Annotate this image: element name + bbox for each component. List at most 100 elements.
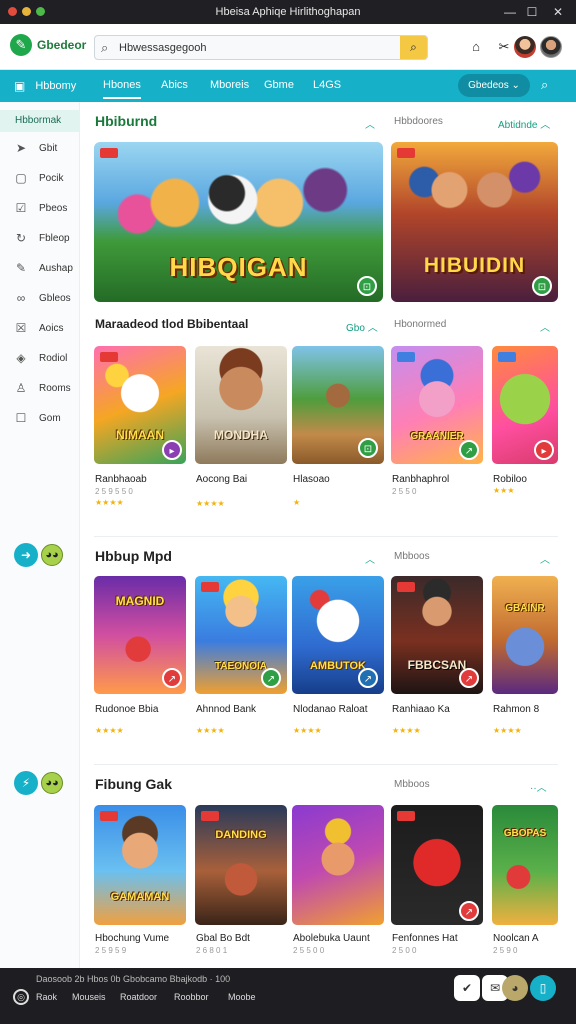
next-button[interactable]: ➜ [14,543,38,567]
game-meta: 2 5 0 0 [392,946,417,955]
badge-tag [100,148,118,158]
bottom-nav-item[interactable]: Moobe [228,992,256,1002]
game-meta: 2 5 9 5 9 [95,946,127,955]
rating-stars: ★★★★ [95,726,124,735]
device-icon[interactable]: ▯ [530,975,556,1001]
section-link[interactable]: Gbo ︿ [346,319,378,334]
featured-link-label: Abtidnde [498,120,538,131]
chevron-up-icon[interactable]: ︿ [365,551,375,566]
chevron-up-icon[interactable]: ︿ [365,116,375,131]
bottom-nav-item[interactable]: Roobbor [174,992,209,1002]
badge-tag [100,352,118,362]
game-artwork [195,346,287,464]
check-icon[interactable]: ✔ [454,975,480,1001]
library-nav[interactable]: ▣ Hbbomy [14,79,76,93]
badge-tag [498,352,516,362]
open-icon[interactable]: ↗ [358,668,378,688]
app-logo[interactable]: ✎ Gbedeor [10,34,86,56]
settings-icon[interactable]: ◎ [13,989,29,1005]
list-icon: ☒ [15,321,27,335]
bottom-nav-item[interactable]: Mouseis [72,992,106,1002]
open-icon[interactable]: ⊡ [358,438,378,458]
tab-l4gs[interactable]: L4GS [313,79,341,91]
search-icon[interactable]: ⌕ [541,77,548,93]
close-button[interactable]: ✕ [547,3,569,21]
open-icon[interactable]: ⊡ [357,276,377,296]
game-name: Gbal Bo Bdt [196,933,250,944]
sidebar-item-5[interactable]: ∞ Gbleos [0,288,80,310]
tab-movies[interactable]: Mboreis [210,79,249,91]
avatar-friend[interactable] [514,36,536,58]
featured-banner[interactable]: HIBUIDIN ⊡ [391,142,558,302]
featured-banner[interactable]: HIBQIGAN ⊡ [94,142,383,302]
game-thumbnail [292,805,384,925]
sidebar-item-7[interactable]: ◈ Rodiol [0,348,80,370]
play-icon[interactable]: ↗ [459,901,479,921]
banner-artwork [391,142,558,302]
tab-home[interactable]: Hbones [103,79,141,99]
character-avatar-icon[interactable]: ◕ [502,975,528,1001]
chevron-up-icon: ︿ [367,323,378,334]
featured-see-all-link[interactable]: Abtidnde ︿ [498,116,550,131]
game-thumbnail: NIMAAN ▸ [94,346,186,464]
rating-stars: ★★★★ [196,726,225,735]
game-art-title: DANDING [215,829,267,841]
game-thumbnail: AMBUTOK ↗ [292,576,384,694]
game-meta: 2 5 9 5 5 0 [95,487,133,496]
play-icon[interactable]: ↗ [162,668,182,688]
avatar[interactable] [540,36,562,58]
sidebar-item-4[interactable]: ✎ Aushap [0,258,80,280]
tab-abics[interactable]: Abics [161,79,188,91]
search-icon: ⌕ [101,40,109,55]
game-meta: 2 5 9 0 [493,946,518,955]
category-dropdown[interactable]: Gbedeos ⌄ [458,74,530,97]
game-art-title: GBAINR [505,603,545,614]
minimize-button[interactable]: — [499,3,521,21]
bottom-nav-item[interactable]: Roatdoor [120,992,157,1002]
sidebar-item-6[interactable]: ☒ Aoics [0,318,80,340]
gamepad-icon[interactable]: ✂ [494,37,514,57]
sidebar-item-9[interactable]: ☐ Gom [0,408,80,430]
play-icon[interactable]: ▸ [534,440,554,460]
game-name: Ahnnod Bank [196,704,257,715]
chevron-up-icon[interactable]: ··︿ [530,779,547,794]
game-art-title: GAMAMAN [110,891,170,903]
maximize-button[interactable]: ☐ [521,3,543,21]
game-thumbnail: DANDING [195,805,287,925]
bottom-nav-item[interactable]: Raok [36,992,57,1002]
status-text: Daosoob 2b Hbos 0b Gbobcamo Bbajkodb · 1… [36,974,231,984]
search-input[interactable] [119,39,389,57]
featured-title: Hbiburnd [95,113,158,129]
power-button[interactable]: ⚡ [14,771,38,795]
sidebar-item-label: Gom [39,413,61,424]
character-avatar-icon[interactable]: ◕◕ [41,544,63,566]
featured-label: Hbbdoores [394,116,443,127]
checkbox-icon: ☑ [15,201,27,215]
chevron-up-icon[interactable]: ︿ [540,319,550,334]
open-icon[interactable]: ↗ [261,668,281,688]
game-name: Nlodanao Raloat [293,704,368,715]
play-icon[interactable]: ↗ [459,668,479,688]
category-dropdown-label: Gbedeos [468,80,509,91]
search-button[interactable]: ⌕ [400,36,427,59]
sidebar-item-label: Gbit [39,143,58,154]
chevron-up-icon[interactable]: ︿ [540,551,550,566]
open-icon[interactable]: ↗ [459,440,479,460]
bag-icon: ☐ [15,411,27,425]
tab-games[interactable]: Gbme [264,79,294,91]
sidebar-item-3[interactable]: ↻ Fbleop [0,228,80,250]
game-meta: 2 6 8 0 1 [196,946,228,955]
section-label: Mbboos [394,551,430,562]
game-artwork [292,805,384,925]
sidebar-item-8[interactable]: ♙ Rooms [0,378,80,400]
sidebar-item-home[interactable]: Hbbormak [0,110,80,132]
sidebar-item-0[interactable]: ➤ Gbit [0,138,80,160]
play-icon[interactable]: ▸ [162,440,182,460]
game-name: Abolebuka Uaunt [293,933,370,944]
character-avatar-icon[interactable]: ◕◕ [41,772,63,794]
rating-stars: ★★★★ [95,498,124,507]
home-icon[interactable]: ⌂ [466,37,486,57]
open-icon[interactable]: ⊡ [532,276,552,296]
sidebar-item-2[interactable]: ☑ Pbeos [0,198,80,220]
sidebar-item-1[interactable]: ▢ Pocik [0,168,80,190]
